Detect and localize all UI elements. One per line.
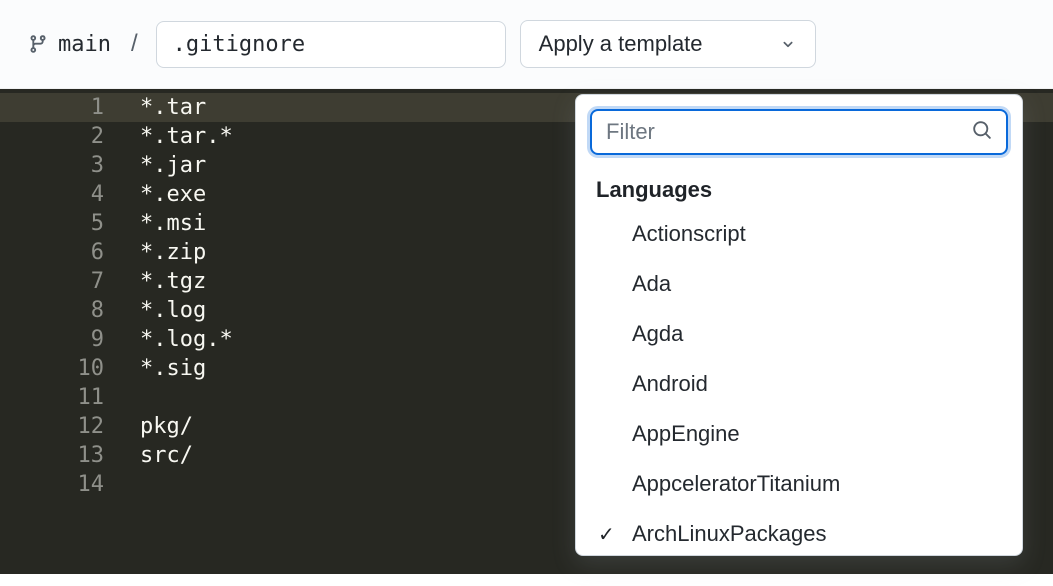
line-number: 7 bbox=[0, 267, 118, 296]
file-path-toolbar: main / Apply a template bbox=[0, 0, 1053, 89]
template-item-label: Ada bbox=[632, 271, 1002, 297]
path-separator: / bbox=[127, 30, 142, 58]
template-item-label: Android bbox=[632, 371, 1002, 397]
line-content: *.jar bbox=[118, 151, 206, 180]
line-content: *.tar bbox=[118, 93, 206, 122]
template-list-item[interactable]: AppceleratorTitanium bbox=[576, 459, 1022, 509]
apply-template-button[interactable]: Apply a template bbox=[520, 20, 816, 68]
line-content: *.log.* bbox=[118, 325, 233, 354]
line-content: *.sig bbox=[118, 354, 206, 383]
line-number: 11 bbox=[0, 383, 118, 412]
filename-input[interactable] bbox=[156, 21, 506, 68]
template-list-item[interactable]: Android bbox=[576, 359, 1022, 409]
search-icon bbox=[972, 120, 992, 145]
template-list-item[interactable]: AppEngine bbox=[576, 409, 1022, 459]
line-number: 10 bbox=[0, 354, 118, 383]
git-branch-icon bbox=[28, 33, 48, 55]
line-number: 6 bbox=[0, 238, 118, 267]
template-item-label: Actionscript bbox=[632, 221, 1002, 247]
line-number: 13 bbox=[0, 441, 118, 470]
line-content: *.exe bbox=[118, 180, 206, 209]
branch-selector-button[interactable]: main bbox=[26, 28, 113, 61]
branch-name-label: main bbox=[58, 32, 111, 57]
line-content: *.tar.* bbox=[118, 122, 233, 151]
line-content: pkg/ bbox=[118, 412, 193, 441]
template-item-label: Agda bbox=[632, 321, 1002, 347]
line-content: *.tgz bbox=[118, 267, 206, 296]
apply-template-label: Apply a template bbox=[539, 31, 703, 57]
line-content: *.zip bbox=[118, 238, 206, 267]
chevron-down-icon bbox=[779, 35, 797, 53]
line-number: 8 bbox=[0, 296, 118, 325]
template-list-item[interactable]: Agda bbox=[576, 309, 1022, 359]
line-number: 5 bbox=[0, 209, 118, 238]
template-list-item[interactable]: Ada bbox=[576, 259, 1022, 309]
filter-input[interactable] bbox=[606, 119, 972, 145]
template-item-label: AppceleratorTitanium bbox=[632, 471, 1002, 497]
filter-field[interactable] bbox=[590, 109, 1008, 155]
line-number: 14 bbox=[0, 470, 118, 499]
group-header-languages: Languages bbox=[576, 167, 1022, 209]
line-content: *.msi bbox=[118, 209, 206, 238]
template-item-label: ArchLinuxPackages bbox=[632, 521, 1002, 547]
line-content: src/ bbox=[118, 441, 193, 470]
line-number: 4 bbox=[0, 180, 118, 209]
template-list-item[interactable]: Actionscript bbox=[576, 209, 1022, 259]
line-number: 2 bbox=[0, 122, 118, 151]
line-number: 12 bbox=[0, 412, 118, 441]
template-item-label: AppEngine bbox=[632, 421, 1002, 447]
line-number: 1 bbox=[0, 93, 118, 122]
filter-wrap bbox=[576, 95, 1022, 167]
line-content: *.log bbox=[118, 296, 206, 325]
line-number: 9 bbox=[0, 325, 118, 354]
template-list-scroll[interactable]: Languages Actionscript Ada Agda Android AppE… bbox=[576, 167, 1022, 555]
template-list-item[interactable]: ✓ArchLinuxPackages bbox=[576, 509, 1022, 555]
template-dropdown-panel: Languages Actionscript Ada Agda Android AppE… bbox=[575, 94, 1023, 556]
line-number: 3 bbox=[0, 151, 118, 180]
check-icon: ✓ bbox=[596, 522, 632, 547]
